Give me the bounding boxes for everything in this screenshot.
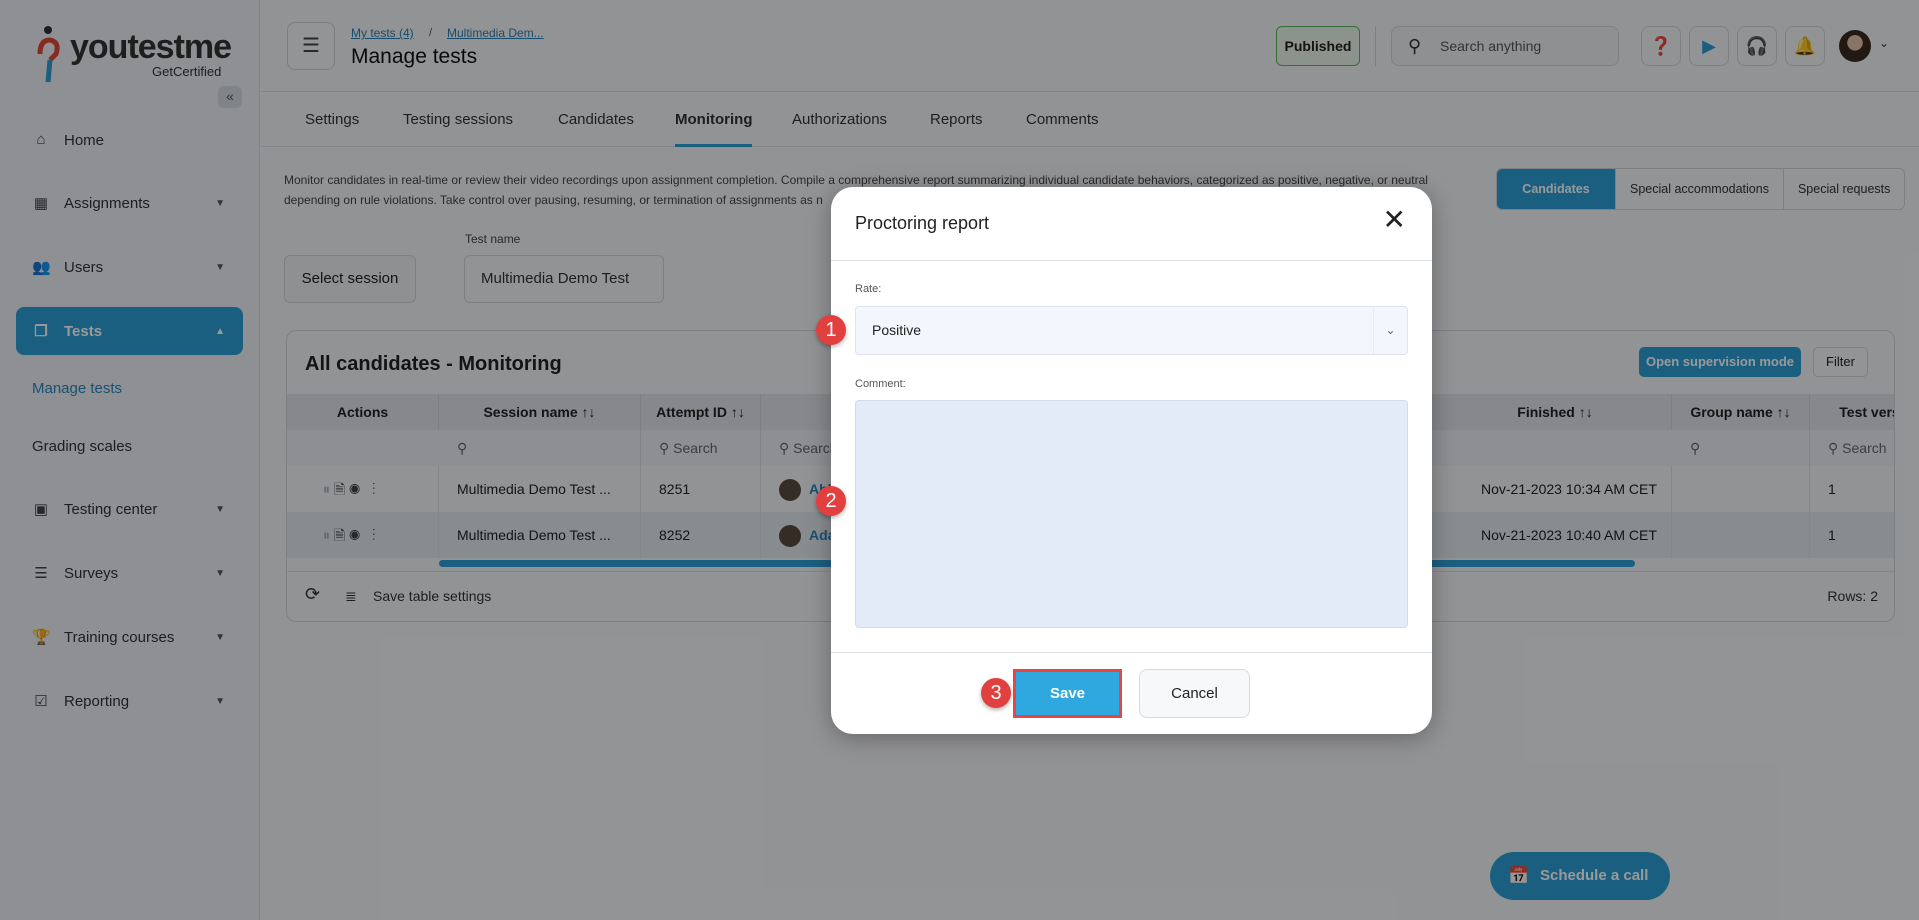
save-button[interactable]: Save [1013,669,1122,718]
divider [831,652,1432,653]
close-icon[interactable]: ✕ [1383,205,1406,235]
rate-value: Positive [872,322,922,338]
rate-select[interactable]: Positive ⌄ [855,306,1408,355]
rate-label: Rate: [855,283,882,295]
proctoring-report-dialog: Proctoring report ✕ Rate: Positive ⌄ Comm… [816,187,1432,734]
dialog-title: Proctoring report [855,213,990,233]
step-badge-3: 3 [981,678,1011,708]
step-badge-2: 2 [816,486,846,516]
step-badge-1: 1 [816,315,846,345]
divider [831,260,1432,261]
cancel-button[interactable]: Cancel [1139,669,1250,718]
chevron-down-icon: ⌄ [1373,307,1407,354]
comment-label: Comment: [855,378,906,390]
comment-textarea[interactable] [855,400,1408,628]
